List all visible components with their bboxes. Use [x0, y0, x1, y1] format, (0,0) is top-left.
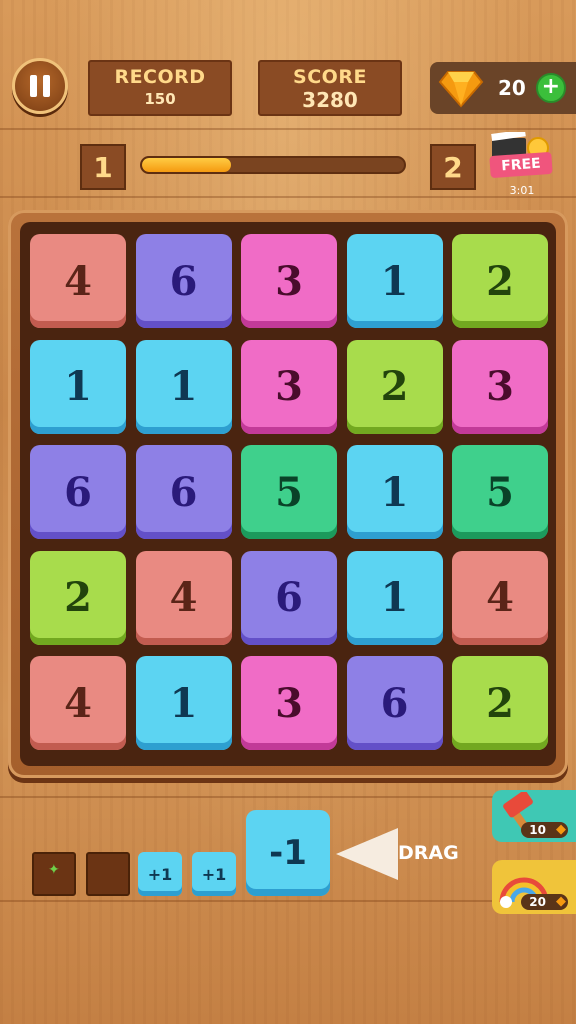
number-tile[interactable]: 2 — [452, 656, 548, 750]
number-tile[interactable]: 6 — [135, 234, 232, 328]
hammer-powerup-button[interactable]: 10 ◆ — [492, 790, 576, 842]
wood-plank-line — [0, 900, 576, 902]
drag-label: DRAG — [398, 842, 459, 864]
number-tile[interactable]: 3 — [241, 234, 337, 328]
free-label: FREE — [489, 151, 553, 179]
number-tile[interactable]: 1 — [346, 550, 443, 645]
number-tile[interactable]: 3 — [241, 656, 337, 750]
current-level: 1 — [80, 144, 126, 190]
free-reward-button[interactable]: FREE — [486, 132, 558, 188]
gem-counter: 20 + — [430, 62, 576, 114]
number-tile[interactable]: 1 — [135, 339, 232, 434]
empty-slot — [86, 852, 130, 896]
number-tile[interactable]: 4 — [30, 656, 126, 750]
score-value: 3280 — [302, 88, 358, 112]
number-tile[interactable]: 1 — [346, 234, 443, 328]
wood-plank-line — [0, 128, 576, 130]
tray-tile[interactable]: +1 — [192, 852, 236, 896]
gem-count: 20 — [498, 76, 526, 100]
number-tile[interactable]: 1 — [30, 339, 126, 434]
free-timer: 3:01 — [509, 184, 535, 197]
number-tile[interactable]: 6 — [30, 445, 126, 539]
game-board: 4631211323665152461441362 — [20, 222, 556, 766]
record-box: RECORD 150 — [88, 60, 232, 116]
score-label: SCORE — [293, 66, 367, 88]
sparkle-icon: ✦ — [48, 862, 60, 878]
next-level: 2 — [430, 144, 476, 190]
number-tile[interactable]: 4 — [30, 234, 126, 328]
pause-icon — [30, 75, 37, 97]
number-tile[interactable]: 2 — [30, 550, 126, 645]
number-tile[interactable]: 5 — [452, 445, 548, 539]
wood-plank-line — [0, 196, 576, 198]
empty-slot: ✦ — [32, 852, 76, 896]
number-tile[interactable]: 3 — [452, 339, 548, 434]
number-tile[interactable]: 1 — [135, 656, 232, 750]
add-gems-button[interactable]: + — [535, 73, 566, 103]
record-value: 150 — [144, 90, 176, 108]
record-label: RECORD — [114, 66, 206, 88]
rainbow-powerup-button[interactable]: 20 ◆ — [492, 860, 576, 914]
number-tile[interactable]: 5 — [241, 445, 337, 539]
number-tile[interactable]: 6 — [241, 550, 337, 645]
number-tile[interactable]: 4 — [452, 550, 548, 645]
number-tile[interactable]: 1 — [346, 445, 443, 539]
level-progress-fill — [142, 158, 232, 172]
diamond-icon: ◆ — [556, 822, 566, 837]
number-tile[interactable]: 4 — [135, 550, 232, 645]
number-tile[interactable]: 2 — [452, 234, 548, 328]
score-box: SCORE 3280 — [258, 60, 402, 116]
tray-tile[interactable]: +1 — [138, 852, 182, 896]
diamond-icon: ◆ — [556, 894, 566, 909]
wood-plank-line — [0, 796, 576, 798]
level-progress-bar — [140, 156, 406, 174]
number-tile[interactable]: 6 — [135, 445, 232, 539]
drag-tile[interactable]: -1 — [246, 810, 330, 896]
diamond-icon — [438, 71, 484, 108]
number-tile[interactable]: 3 — [241, 339, 337, 434]
number-tile[interactable]: 2 — [346, 339, 443, 434]
drag-arrow-icon — [336, 828, 398, 880]
pause-button[interactable] — [12, 58, 68, 114]
number-tile[interactable]: 6 — [346, 656, 443, 750]
